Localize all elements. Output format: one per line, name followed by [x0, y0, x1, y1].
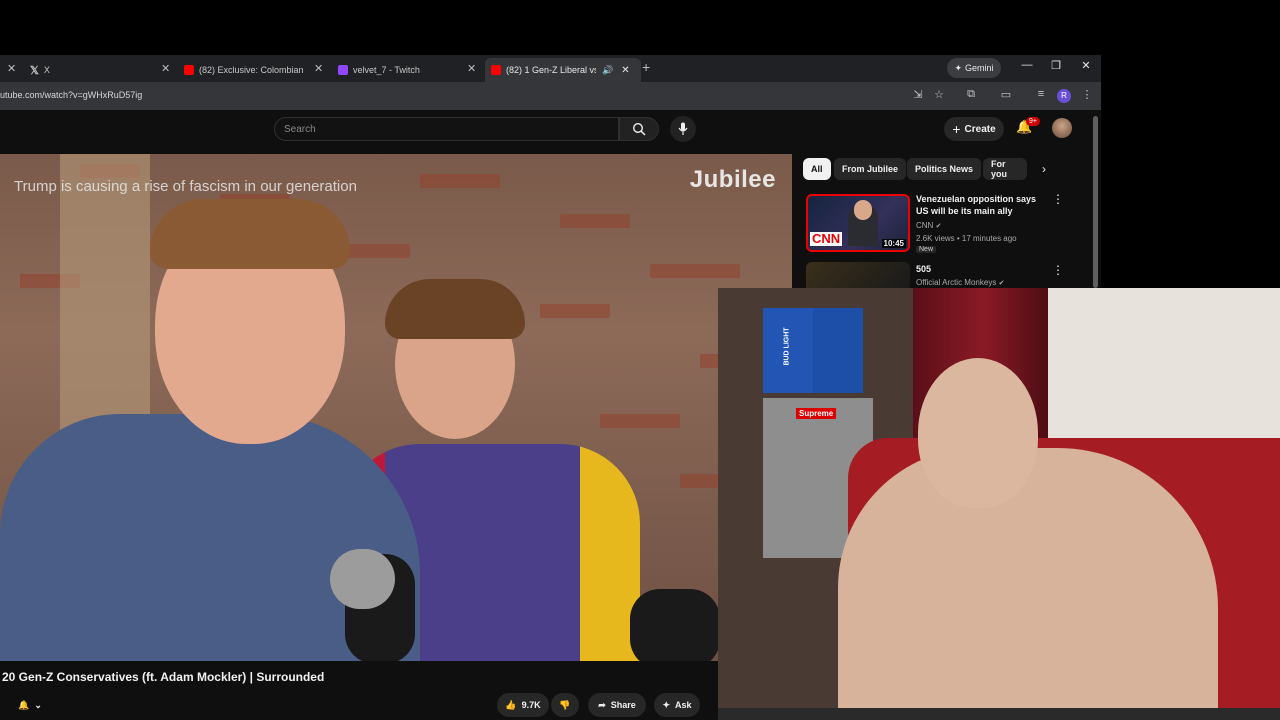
account-avatar[interactable] — [1052, 118, 1072, 138]
chip-from-jubilee[interactable]: From Jubilee — [834, 158, 907, 180]
subscribe-bell-button[interactable]: 🔔 ⌄ — [6, 693, 54, 717]
speaker-icon[interactable]: 🔊 — [602, 65, 613, 76]
jubilee-watermark: Jubilee — [689, 166, 776, 193]
box-label: BUD LIGHT — [783, 327, 791, 366]
sparkle-icon: ✦ — [954, 62, 963, 73]
search-icon — [632, 122, 646, 136]
chip-politics-news[interactable]: Politics News — [907, 158, 982, 180]
search-placeholder: Search — [284, 124, 316, 135]
extensions-icon[interactable]: ⧉ — [963, 88, 979, 101]
maximize-icon[interactable]: ❐ — [1046, 59, 1066, 72]
ask-label: Ask — [675, 700, 692, 710]
profile-avatar[interactable]: R — [1057, 89, 1071, 103]
product-box — [813, 308, 863, 393]
gemini-label: Gemini — [965, 63, 994, 73]
tab-x[interactable]: 𝕏 X — [30, 58, 150, 82]
tab-title: (82) 1 Gen-Z Liberal vs 20 C — [506, 65, 596, 75]
video-thumbnail[interactable] — [806, 262, 910, 288]
video-thumbnail[interactable]: CNN 10:45 — [806, 194, 910, 252]
chip-for-you[interactable]: For you — [983, 158, 1027, 180]
microphone-icon — [678, 122, 688, 135]
video-player[interactable]: Trump is causing a rise of fascism in ou… — [0, 154, 792, 661]
video-meta: 2.6K views • 17 minutes ago — [916, 234, 1017, 243]
more-options-icon[interactable]: ⋮ — [1052, 263, 1064, 277]
video-title: 20 Gen-Z Conservatives (ft. Adam Mockler… — [2, 670, 325, 684]
voice-search-button[interactable] — [670, 116, 696, 142]
sparkle-icon: ✦ — [662, 699, 671, 710]
tab-close-icon[interactable]: ✕ — [314, 62, 323, 75]
tab-colombian[interactable]: (82) Exclusive: Colombian presi — [184, 58, 306, 82]
share-label: Share — [610, 700, 636, 710]
youtube-icon — [184, 65, 194, 75]
ask-button[interactable]: ✦ Ask — [654, 693, 700, 717]
install-icon[interactable]: ⇲ — [910, 88, 926, 101]
verified-icon: ✔ — [998, 280, 1005, 287]
browser-tab-strip: ✕ 𝕏 X ✕ (82) Exclusive: Colombian presi … — [0, 55, 1101, 82]
thumbs-up-icon: 👍 — [505, 699, 517, 710]
bell-icon: 🔔 — [18, 699, 30, 710]
twitch-icon — [338, 65, 348, 75]
duration-badge: 10:45 — [881, 239, 906, 248]
video-caption-overlay: Trump is causing a rise of fascism in ou… — [14, 178, 357, 195]
channel-name[interactable]: CNN ✔ — [916, 221, 941, 230]
tab-title: X — [43, 65, 50, 75]
thumbs-down-icon: 👎 — [559, 699, 571, 710]
tab-active-jubilee[interactable]: (82) 1 Gen-Z Liberal vs 20 C 🔊 ✕ — [485, 58, 641, 82]
chips-next-icon[interactable]: › — [1042, 162, 1046, 176]
address-bar: utube.com/watch?v=gWHxRuD57ig ⇲ ☆ ⧉ ▭ ≡ … — [0, 82, 1101, 110]
create-button[interactable]: + Create — [944, 117, 1004, 141]
gemini-button[interactable]: ✦ Gemini — [947, 58, 1001, 78]
x-logo-icon: 𝕏 — [30, 64, 39, 77]
menu-kebab-icon[interactable]: ⋮ — [1079, 88, 1095, 101]
window-close-icon[interactable]: ✕ — [1076, 59, 1096, 72]
tab-close-icon[interactable]: ✕ — [467, 62, 476, 75]
recommended-title[interactable]: 505 — [916, 263, 931, 275]
tab-title: velvet_7 - Twitch — [353, 65, 420, 75]
url-field[interactable]: utube.com/watch?v=gWHxRuD57ig — [0, 90, 142, 100]
chevron-down-icon: ⌄ — [34, 699, 42, 710]
page-scrollbar[interactable] — [1093, 116, 1098, 288]
search-input[interactable]: Search — [274, 117, 619, 141]
chip-all[interactable]: All — [803, 158, 831, 180]
minimize-icon[interactable]: — — [1017, 59, 1037, 71]
recommended-title[interactable]: Venezuelan opposition says US will be it… — [916, 193, 1050, 217]
cnn-logo: CNN — [810, 231, 843, 246]
tab-twitch[interactable]: velvet_7 - Twitch — [338, 58, 462, 82]
supreme-sticker: Supreme — [796, 408, 837, 419]
media-queue-icon[interactable]: ≡ — [1033, 88, 1049, 100]
notification-count-badge: 9+ — [1026, 117, 1040, 126]
webcam-overlay: BUD LIGHT Supreme — [718, 288, 1280, 720]
new-badge: New — [916, 246, 937, 253]
share-arrow-icon: ➦ — [598, 699, 606, 710]
more-options-icon[interactable]: ⋮ — [1052, 192, 1064, 206]
like-button[interactable]: 👍 9.7K — [497, 693, 549, 717]
create-label: Create — [964, 123, 996, 135]
like-count: 9.7K — [521, 700, 541, 710]
sidepanel-icon[interactable]: ▭ — [998, 88, 1014, 101]
bookmark-star-icon[interactable]: ☆ — [931, 88, 947, 101]
verified-icon: ✔ — [935, 223, 942, 230]
share-button[interactable]: ➦ Share — [588, 693, 646, 717]
plus-icon: + — [952, 121, 961, 137]
tab-close-icon[interactable]: ✕ — [7, 62, 16, 75]
dislike-button[interactable]: 👎 — [551, 693, 579, 717]
new-tab-icon[interactable]: + — [642, 59, 650, 75]
channel-name[interactable]: Official Arctic Monkeys ✔ — [916, 278, 1004, 287]
youtube-icon — [491, 65, 501, 75]
tab-close-icon[interactable]: ✕ — [621, 65, 629, 76]
tab-close-icon[interactable]: ✕ — [161, 62, 170, 75]
search-button[interactable] — [619, 117, 659, 141]
tab-title: (82) Exclusive: Colombian presi — [199, 65, 306, 75]
